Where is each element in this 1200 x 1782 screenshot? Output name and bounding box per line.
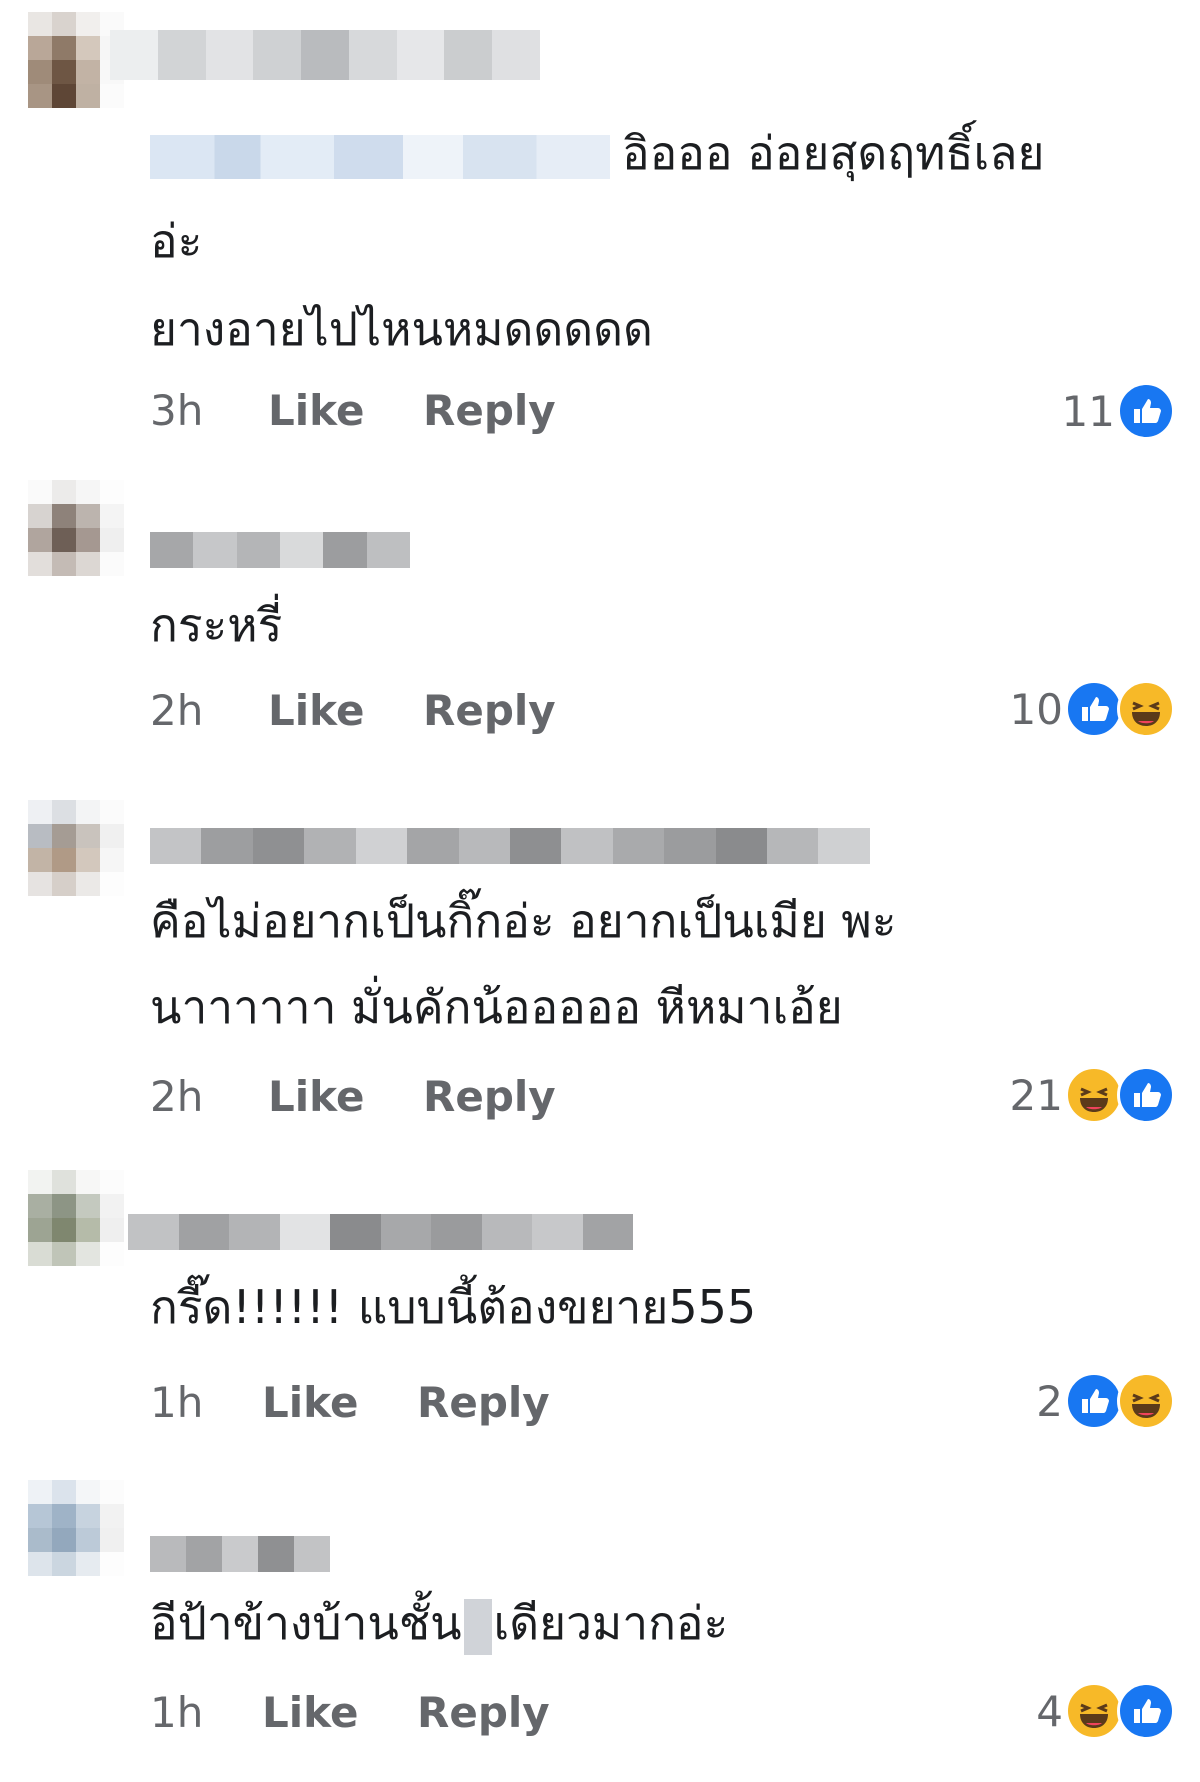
- author-name-redacted[interactable]: [128, 1214, 633, 1250]
- redacted-character: [463, 1598, 492, 1655]
- like-button[interactable]: Like: [268, 1072, 423, 1121]
- reaction-summary[interactable]: 4: [1036, 1680, 1175, 1742]
- comment-text: อิอออ อ่อยสุดฤทธิ์เลย: [150, 108, 1044, 198]
- comment-text-line: อ่ะ: [150, 214, 203, 268]
- like-button[interactable]: Like: [268, 386, 423, 435]
- avatar[interactable]: [28, 1480, 124, 1576]
- author-name-redacted[interactable]: [150, 828, 870, 864]
- comment-text: อีป้าข้างบ้านชั้น เดียวมากอ่ะ: [150, 1578, 728, 1668]
- timestamp[interactable]: 3h: [150, 386, 268, 435]
- comment-text-line: เดียวมากอ่ะ: [493, 1596, 729, 1650]
- comment-text-line: นาาาาาา มั่นคักน้อออออ หีหมาเอ้ย: [150, 980, 843, 1034]
- like-button[interactable]: Like: [262, 1378, 417, 1427]
- avatar[interactable]: [28, 1170, 124, 1266]
- like-button[interactable]: Like: [262, 1688, 417, 1737]
- reaction-summary[interactable]: 21: [1010, 1064, 1175, 1126]
- comment-text-line: คือไม่อยากเป็นกิ๊กอ่ะ อยากเป็นเมีย พะ: [150, 894, 897, 948]
- like-icon: [1117, 382, 1175, 440]
- reaction-summary[interactable]: 2: [1036, 1370, 1175, 1432]
- haha-icon: [1117, 680, 1175, 738]
- author-name-redacted[interactable]: [150, 532, 410, 568]
- comment-actions: 2h Like Reply: [150, 1072, 556, 1121]
- reply-button[interactable]: Reply: [417, 1688, 550, 1737]
- comment-item: คือไม่อยากเป็นกิ๊กอ่ะ อยากเป็นเมีย พะ นา…: [0, 790, 1200, 1160]
- like-icon: [1065, 680, 1123, 738]
- reaction-count: 21: [1009, 1070, 1063, 1120]
- avatar[interactable]: [28, 800, 124, 896]
- comment-actions: 3h Like Reply: [150, 386, 556, 435]
- comment-item: กรี๊ด!!!!!! แบบนี้ต้องขยาย555 1h Like Re…: [0, 1170, 1200, 1450]
- comment-actions: 2h Like Reply: [150, 686, 556, 735]
- comment-text-line: ยางอายไปไหนหมดดดดด: [150, 302, 653, 356]
- author-name-redacted[interactable]: [150, 1536, 330, 1572]
- comment-item: อิอออ อ่อยสุดฤทธิ์เลย อ่ะ ยางอายไปไหนหมด…: [0, 0, 1200, 440]
- avatar[interactable]: [28, 480, 124, 576]
- comment-text-line: กระหรี่: [150, 598, 283, 652]
- reply-button[interactable]: Reply: [423, 1072, 556, 1121]
- mention-tag-redacted[interactable]: [150, 134, 610, 179]
- reaction-count: 10: [1009, 684, 1063, 734]
- comment-text-line: อิอออ อ่อยสุดฤทธิ์เลย: [622, 126, 1045, 180]
- author-name-redacted[interactable]: [110, 30, 541, 80]
- timestamp[interactable]: 1h: [150, 1688, 262, 1737]
- like-icon: [1065, 1372, 1123, 1430]
- comment-actions: 1h Like Reply: [150, 1688, 550, 1737]
- like-button[interactable]: Like: [268, 686, 423, 735]
- reply-button[interactable]: Reply: [423, 686, 556, 735]
- reaction-summary[interactable]: 11: [1062, 380, 1175, 442]
- timestamp[interactable]: 2h: [150, 686, 268, 735]
- comment-text-line: กรี๊ด!!!!!! แบบนี้ต้องขยาย555: [150, 1280, 757, 1334]
- like-icon: [1117, 1682, 1175, 1740]
- reaction-count: 4: [1036, 1686, 1063, 1736]
- reaction-count: 11: [1061, 386, 1115, 436]
- reaction-summary[interactable]: 10: [1010, 678, 1175, 740]
- reply-button[interactable]: Reply: [417, 1378, 550, 1427]
- timestamp[interactable]: 2h: [150, 1072, 268, 1121]
- timestamp[interactable]: 1h: [150, 1378, 262, 1427]
- reply-button[interactable]: Reply: [423, 386, 556, 435]
- comment-actions: 1h Like Reply: [150, 1378, 550, 1427]
- haha-icon: [1065, 1066, 1123, 1124]
- comment-item: อีป้าข้างบ้านชั้น เดียวมากอ่ะ 1h Like Rep…: [0, 1480, 1200, 1770]
- reaction-count: 2: [1036, 1376, 1063, 1426]
- like-icon: [1117, 1066, 1175, 1124]
- haha-icon: [1065, 1682, 1123, 1740]
- comment-item: กระหรี่ 2h Like Reply 10: [0, 480, 1200, 740]
- haha-icon: [1117, 1372, 1175, 1430]
- comment-text-line: อีป้าข้างบ้านชั้น: [150, 1596, 462, 1650]
